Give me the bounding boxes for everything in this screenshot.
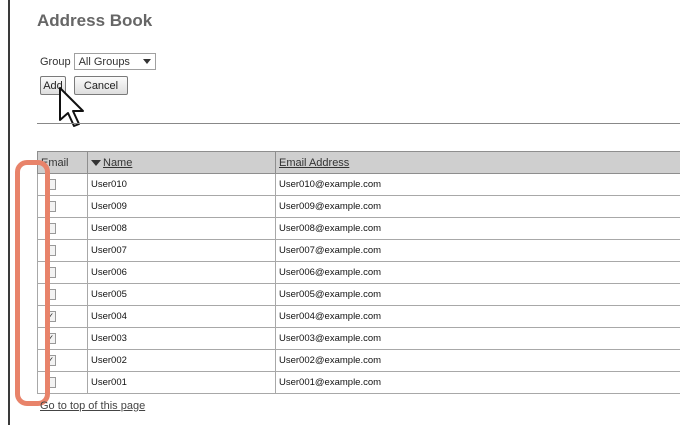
group-filter: Group All Groups (40, 53, 156, 70)
address-column-header[interactable]: Email Address (275, 151, 680, 174)
user-email-address: User005@example.com (275, 283, 680, 306)
user-name: User004 (87, 305, 276, 328)
sort-down-icon (91, 159, 101, 166)
user-email-address: User010@example.com (275, 173, 680, 196)
address-sort-link[interactable]: Email Address (279, 157, 349, 169)
page-left-border (8, 0, 10, 425)
user-email-address: User006@example.com (275, 261, 680, 284)
user-name: User010 (87, 173, 276, 196)
table-row: User008 User008@example.com (37, 217, 680, 240)
user-email-address: User004@example.com (275, 305, 680, 328)
table-row: User006 User006@example.com (37, 261, 680, 284)
address-book-page: Address Book Group All Groups Add Cancel… (0, 0, 680, 425)
checkbox-highlight-callout (15, 160, 50, 406)
user-name: User003 (87, 327, 276, 350)
table-header-row: Email Name Email Address (37, 151, 680, 174)
top-of-page-link[interactable]: Go to top of this page (40, 400, 145, 412)
table-row: User001 User001@example.com (37, 371, 680, 394)
divider (37, 123, 680, 124)
user-email-address: User007@example.com (275, 239, 680, 262)
user-email-address: User003@example.com (275, 327, 680, 350)
table-row: ✓ User003 User003@example.com (37, 327, 680, 350)
user-name: User006 (87, 261, 276, 284)
user-name: User002 (87, 349, 276, 372)
user-email-address: User001@example.com (275, 371, 680, 394)
group-select-value: All Groups (78, 55, 130, 68)
table-row: User005 User005@example.com (37, 283, 680, 306)
group-label: Group (40, 55, 71, 68)
chevron-down-icon (142, 59, 151, 64)
address-table: Email Name Email Address User010 User010@… (37, 151, 680, 394)
name-column-header[interactable]: Name (87, 151, 276, 174)
table-row: ✓ User004 User004@example.com (37, 305, 680, 328)
table-row: User007 User007@example.com (37, 239, 680, 262)
group-select[interactable]: All Groups (73, 53, 156, 70)
user-name: User005 (87, 283, 276, 306)
page-title: Address Book (37, 11, 153, 30)
user-name: User008 (87, 217, 276, 240)
user-name: User001 (87, 371, 276, 394)
table-row: User009 User009@example.com (37, 195, 680, 218)
user-email-address: User008@example.com (275, 217, 680, 240)
name-sort-link[interactable]: Name (103, 157, 132, 169)
user-name: User007 (87, 239, 276, 262)
table-row: User010 User010@example.com (37, 173, 680, 196)
user-email-address: User009@example.com (275, 195, 680, 218)
table-row: ✓ User002 User002@example.com (37, 349, 680, 372)
user-email-address: User002@example.com (275, 349, 680, 372)
user-name: User009 (87, 195, 276, 218)
